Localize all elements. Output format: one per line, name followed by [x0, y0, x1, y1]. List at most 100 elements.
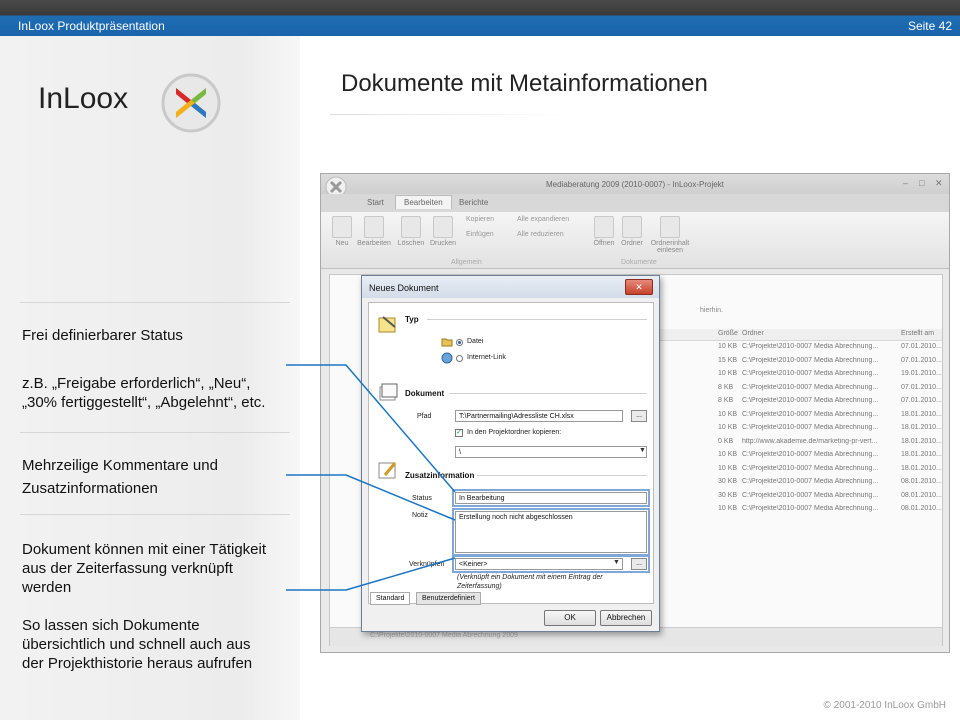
copy-checkbox[interactable]: ✓ [455, 429, 463, 437]
tab-berichte[interactable]: Berichte [459, 198, 488, 207]
verknuepfen-browse-button[interactable]: ... [631, 558, 647, 570]
title-underline [330, 114, 570, 115]
tab-bearbeiten[interactable]: Bearbeiten [395, 195, 452, 209]
new-button[interactable]: Neu [331, 216, 353, 247]
comments-line2: Zusatzinformationen [22, 480, 158, 497]
table-row[interactable]: 10 KB C:\Projekte\2010-0007 Media Abrechn… [618, 463, 942, 476]
row-folder: C:\Projekte\2010-0007 Media Abrechnung..… [742, 451, 879, 458]
row-folder: C:\Projekte\2010-0007 Media Abrechnung..… [742, 343, 879, 350]
pencil-icon [364, 216, 384, 238]
history-text-line2: übersichtlich und schnell auch aus [22, 636, 251, 653]
row-folder: C:\Projekte\2010-0007 Media Abrechnung..… [742, 397, 879, 404]
table-row[interactable]: 30 KB C:\Projekte\2010-0007 Media Abrechn… [618, 490, 942, 503]
dialog-close-button[interactable]: ✕ [625, 279, 653, 295]
table-row[interactable]: 8 KB C:\Projekte\2010-0007 Media Abrechnu… [618, 382, 942, 395]
row-size: 15 KB [718, 356, 738, 364]
row-folder: C:\Projekte\2010-0007 Media Abrechnung..… [742, 383, 879, 391]
maximize-icon[interactable]: □ [919, 178, 924, 188]
comments-line1: Mehrzeilige Kommentare und [22, 457, 218, 474]
verknuepfen-label: Verknüpfen [409, 561, 445, 568]
minimize-icon[interactable]: – [903, 178, 908, 188]
inloox-logo: InLoox [38, 72, 228, 133]
printer-icon [433, 216, 453, 238]
verknuepfen-hint: (Verknüpft ein Dokument mit einem Eintra… [457, 574, 603, 590]
grid-header: Größe Ordner Erstellt am [618, 329, 942, 341]
table-row[interactable]: 10 KB C:\Projekte\2010-0007 Media Abrechn… [618, 409, 942, 422]
cancel-button[interactable]: Abbrechen [600, 610, 652, 626]
path-field[interactable]: T:\Partnermailing\Adressliste CH.xlsx [455, 410, 623, 422]
table-row[interactable]: 15 KB C:\Projekte\2010-0007 Media Abrechn… [618, 355, 942, 368]
drop-hint: hierhin. [700, 307, 723, 314]
collapse-all-button[interactable]: Alle reduzieren [517, 231, 564, 238]
type-icon [378, 316, 396, 333]
col-created[interactable]: Erstellt am [901, 330, 934, 337]
chevron-down-icon: ▼ [613, 559, 620, 566]
row-size: 30 KB [718, 491, 738, 499]
inloox-x-icon [161, 73, 221, 133]
header-bar: InLoox Produktpräsentation Seite 42 [0, 0, 960, 36]
row-folder: C:\Projekte\2010-0007 Media Abrechnung..… [742, 410, 879, 418]
page-number: Seite 42 [907, 19, 952, 33]
expand-all-button[interactable]: Alle expandieren [517, 216, 569, 223]
row-date: 07.01.2010... [901, 356, 942, 364]
folder-label: Ordner [621, 240, 643, 247]
table-row[interactable]: 30 KB C:\Projekte\2010-0007 Media Abrechn… [618, 476, 942, 489]
tab-start[interactable]: Start [367, 198, 384, 207]
new-label: Neu [335, 240, 349, 247]
row-folder: C:\Projekte\2010-0007 Media Abrechnung..… [742, 491, 879, 499]
row-date: 18.01.2010... [901, 410, 942, 418]
document-icon [379, 383, 398, 401]
row-folder: C:\Projekte\2010-0007 Media Abrechnung..… [742, 370, 879, 377]
row-size: 10 KB [718, 424, 738, 431]
left-divider [20, 302, 290, 303]
edit-button[interactable]: Bearbeiten [357, 216, 391, 247]
row-folder: http://www.akademie.de/marketing-pr-vert… [742, 437, 878, 445]
link-text-line2: aus der Zeiterfassung verknüpft [22, 560, 233, 577]
row-folder: C:\Projekte\2010-0007 Media Abrechnung..… [742, 505, 879, 512]
read-folder-button[interactable]: Ordnerinhalt einlesen [647, 216, 693, 254]
verknuepfen-select[interactable]: <Keiner> [455, 558, 623, 570]
copy-label: In den Projektordner kopieren: [467, 429, 562, 436]
copy-target-select[interactable]: \ [455, 446, 647, 458]
radio-internet-link[interactable] [456, 355, 463, 362]
copy-button[interactable]: Kopieren [466, 216, 494, 223]
row-date: 07.01.2010... [901, 343, 942, 350]
notiz-label: Notiz [412, 512, 428, 519]
col-folder[interactable]: Ordner [742, 330, 764, 337]
col-size[interactable]: Größe [718, 330, 738, 337]
row-size: 0 KB [718, 437, 734, 445]
status-field[interactable]: In Bearbeitung [455, 492, 647, 504]
row-date: 08.01.2010... [901, 491, 942, 499]
group-dokumente: Dokumente [621, 259, 657, 266]
browse-button[interactable]: ... [631, 410, 647, 422]
left-divider [20, 432, 290, 433]
row-date: 18.01.2010... [901, 464, 942, 472]
status-label: Status [412, 495, 432, 502]
tab-standard[interactable]: Standard [370, 592, 411, 605]
print-button[interactable]: Drucken [428, 216, 458, 247]
dialog-body: Typ Datei Internet-Link Dokument Pfad T:… [368, 302, 654, 604]
row-size: 30 KB [718, 478, 738, 485]
table-row[interactable]: 10 KB C:\Projekte\2010-0007 Media Abrechn… [618, 422, 942, 435]
paste-button[interactable]: Einfügen [466, 231, 494, 238]
tab-benutzerdefiniert[interactable]: Benutzerdefiniert [416, 592, 481, 605]
delete-button[interactable]: Löschen [396, 216, 426, 247]
table-row[interactable]: 10 KB C:\Projekte\2010-0007 Media Abrechn… [618, 368, 942, 381]
edit-label: Bearbeiten [357, 240, 391, 247]
table-row[interactable]: 10 KB C:\Projekte\2010-0007 Media Abrechn… [618, 341, 942, 354]
ok-button[interactable]: OK [544, 610, 596, 626]
table-row[interactable]: 10 KB C:\Projekte\2010-0007 Media Abrechn… [618, 449, 942, 462]
radio-datei[interactable] [456, 339, 463, 346]
folder-button[interactable]: Ordner [619, 216, 645, 247]
note-pencil-icon [378, 462, 397, 479]
close-icon[interactable]: ✕ [935, 178, 943, 189]
history-text-line1: So lassen sich Dokumente [22, 617, 200, 634]
notiz-field[interactable]: Erstellung noch nicht abgeschlossen [455, 511, 647, 553]
open-button[interactable]: Öffnen [591, 216, 617, 247]
table-row[interactable]: 10 KB C:\Projekte\2010-0007 Media Abrechn… [618, 503, 942, 516]
delete-label: Löschen [397, 240, 425, 247]
internet-link-label: Internet-Link [467, 354, 506, 361]
table-row[interactable]: 0 KB http://www.akademie.de/marketing-pr-… [618, 436, 942, 449]
table-row[interactable]: 8 KB C:\Projekte\2010-0007 Media Abrechnu… [618, 395, 942, 408]
datei-label: Datei [467, 338, 484, 345]
